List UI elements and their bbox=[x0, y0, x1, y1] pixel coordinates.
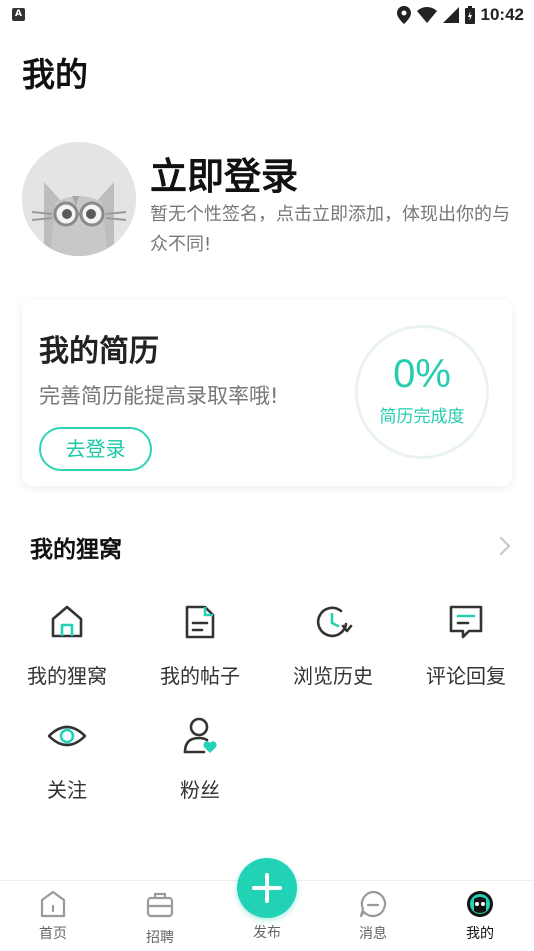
tab-label: 发布 bbox=[253, 925, 281, 941]
resume-card[interactable]: 我的简历 完善简历能提高录取率哦! 去登录 0% 简历完成度 bbox=[22, 300, 512, 486]
clock: 10:42 bbox=[480, 5, 524, 24]
location-icon bbox=[396, 6, 411, 24]
tab-label: 我的 bbox=[466, 926, 494, 942]
profile-face-icon bbox=[467, 891, 493, 917]
page-title: 我的 bbox=[22, 55, 88, 94]
resume-subtitle: 完善简历能提高录取率哦! bbox=[39, 384, 279, 408]
history-icon bbox=[316, 606, 353, 638]
wifi-icon bbox=[416, 7, 437, 23]
fans-icon bbox=[183, 717, 217, 754]
resume-title: 我的简历 bbox=[39, 334, 159, 369]
signal-icon bbox=[442, 7, 459, 23]
briefcase-icon bbox=[146, 892, 174, 918]
grid-item-fans[interactable]: 粉丝 bbox=[140, 716, 260, 826]
tab-messages[interactable]: 消息 bbox=[323, 881, 423, 951]
completion-label: 简历完成度 bbox=[379, 407, 465, 427]
cat-avatar-icon bbox=[22, 142, 136, 256]
tab-home[interactable]: 首页 bbox=[3, 881, 103, 951]
resume-completion-ring: 0% 简历完成度 bbox=[355, 325, 489, 459]
grid-item-label: 粉丝 bbox=[180, 778, 220, 802]
login-link[interactable]: 立即登录 bbox=[150, 146, 298, 200]
home-icon bbox=[51, 605, 83, 638]
grid-item-label: 关注 bbox=[47, 778, 87, 802]
plus-icon bbox=[252, 873, 282, 903]
profile-header[interactable]: 立即登录 暂无个性签名，点击立即添加，体现出你的与众不同! bbox=[22, 142, 512, 262]
battery-icon bbox=[464, 6, 475, 24]
tab-label: 首页 bbox=[39, 926, 67, 942]
grid-item-browse-history[interactable]: 浏览历史 bbox=[273, 602, 393, 712]
chevron-right-icon[interactable] bbox=[497, 534, 513, 558]
message-icon bbox=[359, 890, 387, 918]
publish-button[interactable] bbox=[237, 858, 297, 918]
notification-badge-icon: A bbox=[12, 8, 25, 21]
tab-label: 消息 bbox=[359, 926, 387, 942]
tab-mine[interactable]: 我的 bbox=[430, 881, 530, 951]
post-icon bbox=[185, 605, 215, 639]
grid-item-my-posts[interactable]: 我的帖子 bbox=[140, 602, 260, 712]
comment-icon bbox=[449, 605, 483, 639]
grid-item-my-den[interactable]: 我的狸窝 bbox=[7, 602, 127, 712]
grid-item-comment-reply[interactable]: 评论回复 bbox=[406, 602, 526, 712]
grid-item-label: 浏览历史 bbox=[293, 664, 373, 688]
grid-item-label: 我的狸窝 bbox=[27, 664, 107, 688]
avatar[interactable] bbox=[22, 142, 136, 256]
section-title: 我的狸窝 bbox=[30, 537, 122, 563]
tab-recruit[interactable]: 招聘 bbox=[110, 881, 210, 951]
status-bar: A 10:42 bbox=[0, 0, 534, 30]
signature-text[interactable]: 暂无个性签名，点击立即添加，体现出你的与众不同! bbox=[150, 200, 518, 260]
grid-item-following[interactable]: 关注 bbox=[7, 716, 127, 826]
completion-percent: 0% bbox=[393, 352, 451, 396]
home-tab-icon bbox=[40, 890, 66, 918]
grid-item-label: 我的帖子 bbox=[160, 664, 240, 688]
tab-label: 招聘 bbox=[146, 930, 174, 946]
go-login-button[interactable]: 去登录 bbox=[39, 427, 152, 471]
grid-item-label: 评论回复 bbox=[426, 664, 506, 688]
eye-icon bbox=[47, 725, 87, 747]
